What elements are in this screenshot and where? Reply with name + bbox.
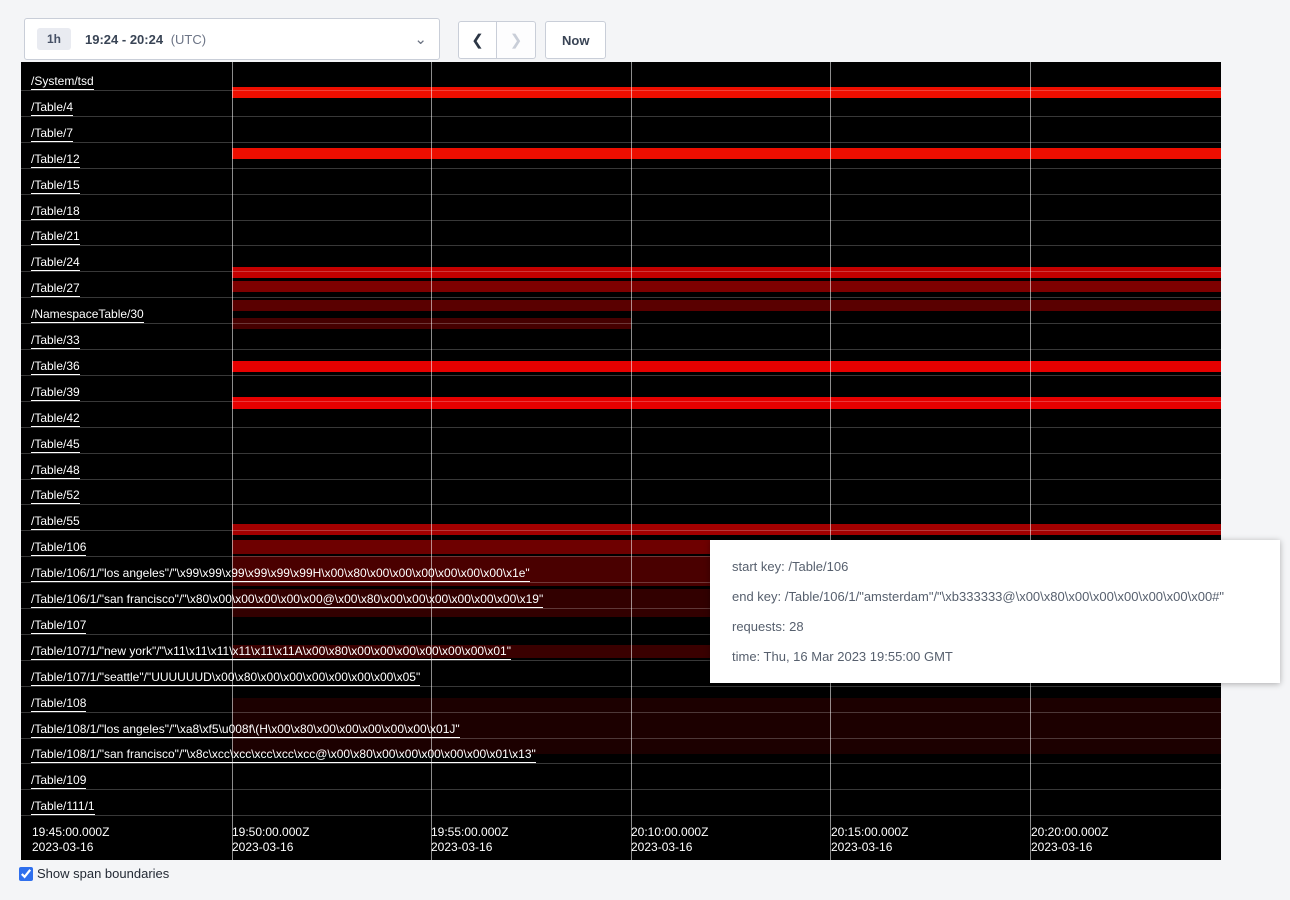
duration-badge: 1h xyxy=(37,28,71,50)
time-range-value: 19:24 - 20:24 xyxy=(85,32,163,47)
time-gridline xyxy=(232,62,233,860)
show-span-boundaries-checkbox[interactable] xyxy=(19,867,33,881)
next-time-button[interactable]: ❯ xyxy=(497,21,536,59)
span-key-label: /Table/52 xyxy=(31,489,80,504)
span-boundary-line xyxy=(21,504,1221,505)
span-boundary-line xyxy=(21,271,1221,272)
span-boundary-line xyxy=(21,349,1221,350)
span-boundary-line xyxy=(21,90,1221,91)
heat-band xyxy=(232,300,1221,311)
span-key-label: /Table/21 xyxy=(31,230,80,245)
span-boundary-line xyxy=(21,401,1221,402)
time-nav-group: ❮ ❯ xyxy=(458,21,536,59)
span-key-label: /Table/106/1/"los angeles"/"\x99\x99\x99… xyxy=(31,567,530,582)
span-key-label: /Table/107 xyxy=(31,619,86,634)
previous-time-button[interactable]: ❮ xyxy=(458,21,497,59)
span-boundary-line xyxy=(21,738,1221,739)
time-axis-label: 19:50:00.000Z2023-03-16 xyxy=(232,825,309,855)
span-boundary-line xyxy=(21,530,1221,531)
span-key-label: /Table/42 xyxy=(31,412,80,427)
span-key-label: /Table/108 xyxy=(31,697,86,712)
tooltip-requests: requests: 28 xyxy=(732,619,1258,634)
span-key-label: /Table/107/1/"new york"/"\x11\x11\x11\x1… xyxy=(31,645,511,660)
now-button[interactable]: Now xyxy=(545,21,606,59)
span-boundary-line xyxy=(21,142,1221,143)
time-range-timezone: (UTC) xyxy=(171,32,206,47)
span-boundary-line xyxy=(21,789,1221,790)
show-span-boundaries-label: Show span boundaries xyxy=(37,866,169,881)
span-key-label: /Table/48 xyxy=(31,464,80,479)
span-boundary-line xyxy=(21,323,1221,324)
time-axis-label: 19:55:00.000Z2023-03-16 xyxy=(431,825,508,855)
time-range-text: 19:24 - 20:24 (UTC) xyxy=(85,32,206,47)
span-key-label: /System/tsd xyxy=(31,75,94,90)
chevron-left-icon: ❮ xyxy=(471,31,484,49)
time-axis-label: 19:45:00.000Z2023-03-16 xyxy=(32,825,109,855)
span-boundary-line xyxy=(21,453,1221,454)
heatmap-canvas[interactable]: /System/tsd/Table/4/Table/7/Table/12/Tab… xyxy=(21,62,1221,860)
heat-band xyxy=(232,361,1221,372)
tooltip-start-key: start key: /Table/106 xyxy=(732,559,1258,574)
span-key-label: /Table/4 xyxy=(31,101,73,116)
span-key-label: /Table/36 xyxy=(31,360,80,375)
span-tooltip: start key: /Table/106 end key: /Table/10… xyxy=(710,540,1280,683)
span-boundary-line xyxy=(21,479,1221,480)
span-boundary-line xyxy=(21,220,1221,221)
span-boundary-line xyxy=(21,375,1221,376)
span-key-label: /Table/12 xyxy=(31,153,80,168)
span-key-label: /Table/24 xyxy=(31,256,80,271)
time-axis-label: 20:15:00.000Z2023-03-16 xyxy=(831,825,908,855)
show-span-boundaries-control[interactable]: Show span boundaries xyxy=(19,866,169,881)
span-boundary-line xyxy=(21,686,1221,687)
span-key-label: /Table/33 xyxy=(31,334,80,349)
chevron-right-icon: ❯ xyxy=(510,31,523,49)
time-axis-label: 20:10:00.000Z2023-03-16 xyxy=(631,825,708,855)
span-key-label: /Table/106/1/"san francisco"/"\x80\x00\x… xyxy=(31,593,543,608)
time-gridline xyxy=(830,62,831,860)
span-key-label: /Table/15 xyxy=(31,179,80,194)
span-key-label: /Table/55 xyxy=(31,515,80,530)
span-key-label: /Table/39 xyxy=(31,386,80,401)
span-key-label: /Table/111/1 xyxy=(31,800,95,815)
span-boundary-line xyxy=(21,116,1221,117)
span-key-label: /Table/106 xyxy=(31,541,86,556)
tooltip-time: time: Thu, 16 Mar 2023 19:55:00 GMT xyxy=(732,649,1258,664)
time-range-selector[interactable]: 1h 19:24 - 20:24 (UTC) ⌄ xyxy=(24,18,440,60)
span-key-label: /Table/107/1/"seattle"/"UUUUUUD\x00\x80\… xyxy=(31,671,420,686)
span-boundary-line xyxy=(21,297,1221,298)
time-gridline xyxy=(631,62,632,860)
span-key-label: /NamespaceTable/30 xyxy=(31,308,144,323)
span-key-label: /Table/108/1/"los angeles"/"\xa8\xf5\u00… xyxy=(31,723,460,738)
heat-band xyxy=(232,281,1221,292)
span-boundary-line xyxy=(21,763,1221,764)
span-key-label: /Table/18 xyxy=(31,205,80,220)
span-key-label: /Table/108/1/"san francisco"/"\x8c\xcc\x… xyxy=(31,748,536,763)
span-key-label: /Table/7 xyxy=(31,127,73,142)
span-boundary-line xyxy=(21,194,1221,195)
chevron-down-icon: ⌄ xyxy=(414,32,427,47)
span-key-label: /Table/27 xyxy=(31,282,80,297)
time-axis-label: 20:20:00.000Z2023-03-16 xyxy=(1031,825,1108,855)
span-boundary-line xyxy=(21,427,1221,428)
span-key-label: /Table/109 xyxy=(31,774,86,789)
tooltip-end-key: end key: /Table/106/1/"amsterdam"/"\xb33… xyxy=(732,589,1258,604)
time-gridline xyxy=(431,62,432,860)
time-gridline xyxy=(1030,62,1031,860)
span-boundary-line xyxy=(21,168,1221,169)
span-boundary-line xyxy=(21,712,1221,713)
span-boundary-line xyxy=(21,245,1221,246)
span-key-label: /Table/45 xyxy=(31,438,80,453)
span-boundary-line xyxy=(21,815,1221,816)
heat-band xyxy=(232,397,1221,409)
heat-band xyxy=(232,148,1221,159)
heat-band xyxy=(232,87,1221,98)
heat-band xyxy=(232,267,1221,278)
